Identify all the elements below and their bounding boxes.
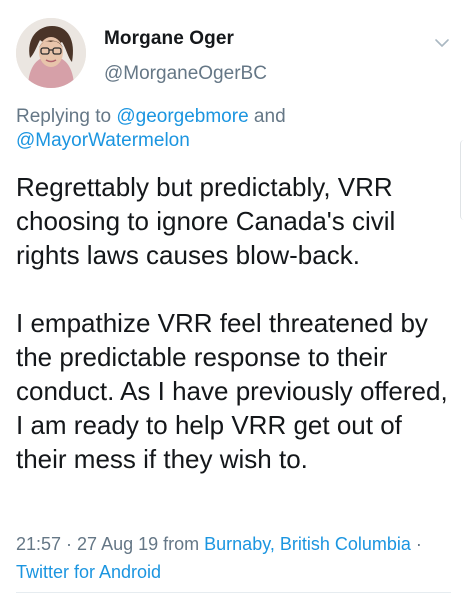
tweet-paragraph: I empathize VRR feel threatened by the p… <box>16 308 448 474</box>
profile-photo-icon <box>16 18 86 88</box>
tweet-card: Morgane Oger @MorganeOgerBC Replying to … <box>0 0 467 600</box>
reply-joiner: and <box>248 106 286 127</box>
replying-to-label: Replying to <box>16 106 117 127</box>
replying-to: Replying to @georgebmore and @MayorWaterm… <box>16 105 446 153</box>
display-name[interactable]: Morgane Oger <box>104 28 234 50</box>
reply-user-link[interactable]: @MayorWatermelon <box>16 130 190 151</box>
location-link[interactable]: Burnaby, British Columbia <box>204 534 411 554</box>
tweet-date: 27 Aug 19 <box>77 534 159 554</box>
tweet-time: 21:57 <box>16 534 62 554</box>
meta-separator: · <box>410 534 422 554</box>
source-link[interactable]: Twitter for Android <box>16 562 161 582</box>
avatar[interactable] <box>16 18 86 88</box>
user-handle[interactable]: @MorganeOgerBC <box>104 63 267 85</box>
tweet-text: Regrettably but predictably, VRR choosin… <box>16 170 456 476</box>
scrollbar[interactable] <box>460 140 467 220</box>
from-label: from <box>158 534 205 554</box>
tweet-paragraph: Regrettably but predictably, VRR choosin… <box>16 172 396 270</box>
reply-user-link[interactable]: @georgebmore <box>116 106 248 127</box>
tweet-meta: 21:57 · 27 Aug 19 from Burnaby, British … <box>16 530 456 586</box>
divider <box>16 592 451 593</box>
chevron-down-icon[interactable] <box>434 36 450 48</box>
meta-separator: · <box>61 534 78 554</box>
